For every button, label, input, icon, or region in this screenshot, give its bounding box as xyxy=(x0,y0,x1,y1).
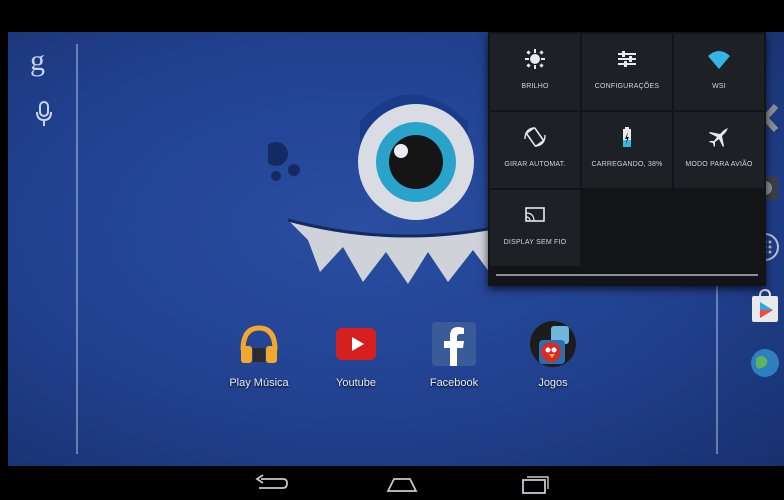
wireless-display-icon xyxy=(525,207,545,222)
app-youtube[interactable]: Youtube xyxy=(315,320,397,389)
angry-birds-folder-icon xyxy=(530,321,576,367)
qs-label: DISPLAY SEM FIO xyxy=(503,239,567,246)
google-search-button[interactable]: g xyxy=(30,44,45,78)
qs-tile-battery[interactable]: CARREGANDO, 38% xyxy=(582,112,672,188)
app-shortcuts: Play Música Youtube Facebook Jogos xyxy=(218,320,598,400)
app-label: Facebook xyxy=(429,377,479,389)
battery-icon xyxy=(623,127,631,147)
app-label: Youtube xyxy=(336,377,376,389)
qs-tile-airplane-mode[interactable]: MODO PARA AVIÃO xyxy=(674,112,764,188)
app-facebook[interactable]: Facebook xyxy=(413,320,495,389)
qs-label: WSI xyxy=(712,83,726,90)
qs-label: CARREGANDO, 38% xyxy=(591,161,663,168)
app-folder-jogos[interactable]: Jogos xyxy=(512,320,594,389)
youtube-icon xyxy=(336,328,376,360)
airplane-icon xyxy=(709,128,728,147)
qs-tile-auto-rotate[interactable]: GIRAR AUTOMAT. xyxy=(490,112,580,188)
workspace-left-divider xyxy=(76,44,78,454)
facebook-icon xyxy=(432,322,476,366)
app-label: Play Música xyxy=(229,377,289,389)
app-label: Jogos xyxy=(538,377,568,389)
back-icon[interactable] xyxy=(251,471,291,495)
settings-sliders-icon xyxy=(618,51,636,67)
qs-tile-wireless-display[interactable]: DISPLAY SEM FIO xyxy=(490,190,580,266)
qs-label: CONFIGURAÇÕES xyxy=(594,83,660,90)
qs-tile-brightness[interactable]: BRILHO xyxy=(490,34,580,110)
qs-label: GIRAR AUTOMAT. xyxy=(504,161,566,168)
qs-tile-wifi[interactable]: WSI xyxy=(674,34,764,110)
navigation-bar xyxy=(0,466,784,500)
quick-settings-panel: BRILHO CONFIGURAÇÕES WSI GIRAR AUTOMAT. … xyxy=(488,32,766,286)
qs-label: MODO PARA AVIÃO xyxy=(685,161,753,168)
home-icon[interactable] xyxy=(382,471,422,495)
play-store-icon[interactable] xyxy=(750,288,780,324)
panel-handle-bar[interactable] xyxy=(496,274,758,276)
wifi-icon xyxy=(708,51,730,69)
voice-search-icon[interactable] xyxy=(34,100,54,128)
app-play-musica[interactable]: Play Música xyxy=(218,320,300,389)
headphones-icon xyxy=(240,325,278,363)
qs-label: BRILHO xyxy=(521,83,549,90)
qs-tile-settings[interactable]: CONFIGURAÇÕES xyxy=(582,34,672,110)
brightness-icon xyxy=(525,49,545,69)
recent-apps-icon[interactable] xyxy=(515,471,555,495)
status-bar xyxy=(0,0,784,32)
auto-rotate-icon xyxy=(524,127,546,147)
browser-globe-icon[interactable] xyxy=(750,346,780,380)
